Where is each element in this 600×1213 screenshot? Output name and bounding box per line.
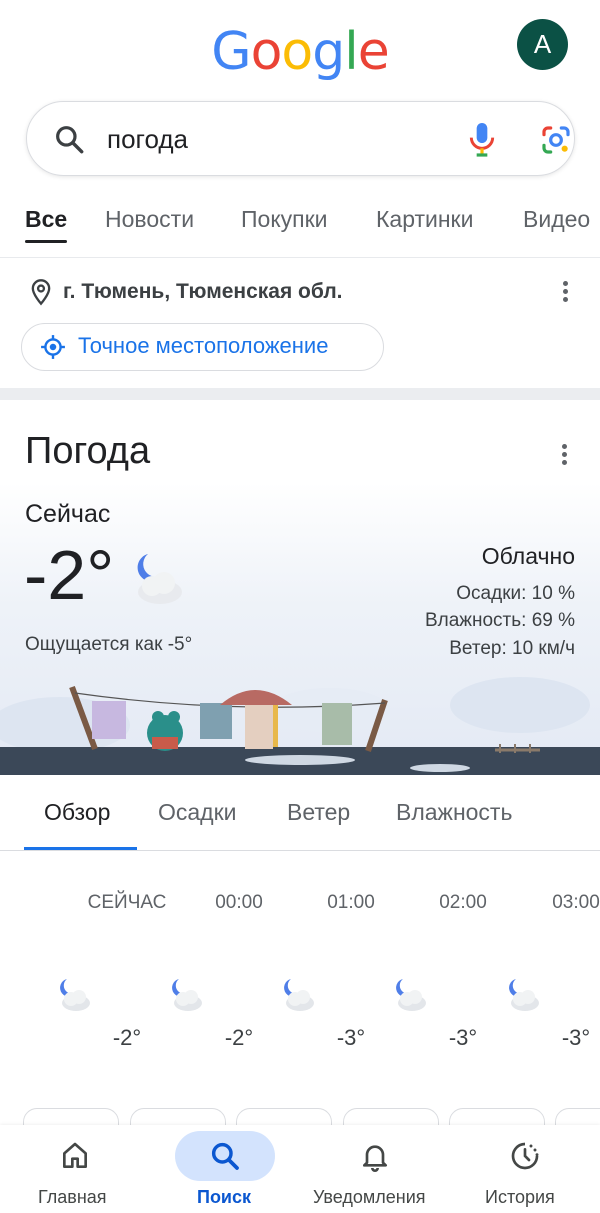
precise-location-label: Точное местоположение (78, 333, 329, 358)
weather-title: Погода (25, 430, 151, 472)
location-city: г. Тюмень, Тюменская обл. (63, 280, 343, 303)
feels-like: Ощущается как -5° (25, 634, 193, 655)
history-icon (511, 1142, 539, 1170)
location-section: г. Тюмень, Тюменская обл. Точное местопо… (0, 258, 600, 388)
hour-time: 03:00 (552, 892, 600, 913)
partly-cloudy-night-icon (60, 979, 90, 1011)
weather-card: Погода Сейчас -2° Ощущается как -5° Обла… (0, 400, 600, 775)
tab-humidity[interactable]: Влажность (396, 799, 512, 826)
search-tabs: Все Новости Покупки Картинки Видео (0, 190, 600, 258)
google-lens-icon[interactable] (540, 124, 572, 156)
logo-letter: g (312, 22, 345, 82)
logo-letter: l (344, 22, 358, 82)
nav-search-label: Поиск (197, 1187, 252, 1207)
partly-cloudy-night-icon (137, 554, 182, 604)
precise-location-button[interactable]: Точное местоположение (21, 323, 384, 371)
hour-time: 00:00 (215, 892, 263, 913)
hour-temperature: -3° (336, 1025, 366, 1050)
search-icon (211, 1142, 239, 1170)
nav-notifications-label: Уведомления (313, 1187, 426, 1207)
weather-tabs: Обзор Осадки Ветер Влажность (0, 775, 600, 851)
partly-cloudy-night-icon (172, 979, 202, 1011)
location-pin-icon (31, 279, 51, 306)
partly-cloudy-night-icon (396, 979, 426, 1011)
partly-cloudy-night-icon (509, 979, 539, 1011)
hour-time: 02:00 (439, 892, 487, 913)
header: Google A (0, 0, 600, 100)
nav-history[interactable]: История (450, 1125, 600, 1213)
precipitation: Осадки: 10 % (456, 583, 575, 604)
humidity: Влажность: 69 % (424, 610, 575, 631)
search-icon (56, 126, 84, 154)
partly-cloudy-night-icon (284, 979, 314, 1011)
search-input[interactable]: погода (107, 124, 188, 155)
active-tab-indicator (25, 240, 67, 243)
more-options-icon[interactable] (562, 281, 568, 303)
my-location-icon (41, 335, 65, 359)
hour-temperature: -3° (561, 1025, 591, 1050)
search-bar[interactable]: погода (26, 101, 575, 176)
tab-all[interactable]: Все (25, 206, 67, 233)
bell-icon (363, 1145, 387, 1172)
section-divider (0, 388, 600, 400)
weather-more-options-icon[interactable] (561, 444, 567, 466)
nav-search[interactable]: Поиск (150, 1125, 300, 1213)
tab-videos[interactable]: Видео (523, 206, 590, 233)
now-label: Сейчас (25, 500, 111, 528)
logo-letter: o (250, 22, 283, 82)
tab-images[interactable]: Картинки (376, 206, 473, 233)
logo-letter: G (211, 22, 251, 82)
weather-illustration (0, 677, 600, 775)
nav-history-label: История (485, 1187, 555, 1207)
account-avatar[interactable]: A (517, 19, 568, 70)
hour-temperature: -2° (224, 1025, 254, 1050)
microphone-icon[interactable] (466, 120, 498, 158)
weather-condition: Облачно (481, 543, 575, 569)
bottom-navigation: Главная Поиск Уведомления История (0, 1125, 600, 1213)
tab-wind[interactable]: Ветер (287, 799, 350, 826)
nav-home-label: Главная (38, 1187, 107, 1207)
nav-home[interactable]: Главная (0, 1125, 150, 1213)
active-weather-tab-indicator (24, 847, 137, 850)
tab-shopping[interactable]: Покупки (241, 206, 328, 233)
google-logo[interactable]: Google (0, 22, 600, 82)
tab-overview[interactable]: Обзор (44, 799, 110, 826)
wind: Ветер: 10 км/ч (449, 638, 575, 659)
nav-notifications[interactable]: Уведомления (300, 1125, 450, 1213)
current-temperature: -2° (24, 536, 115, 614)
logo-letter: o (281, 22, 313, 82)
home-icon (62, 1142, 87, 1168)
hour-time: СЕЙЧАС (87, 892, 167, 913)
tab-precipitation[interactable]: Осадки (158, 799, 237, 826)
hour-time: 01:00 (327, 892, 375, 913)
logo-letter: e (357, 22, 390, 82)
hour-temperature: -3° (448, 1025, 478, 1050)
tab-news[interactable]: Новости (105, 206, 194, 233)
hour-temperature: -2° (112, 1025, 142, 1050)
